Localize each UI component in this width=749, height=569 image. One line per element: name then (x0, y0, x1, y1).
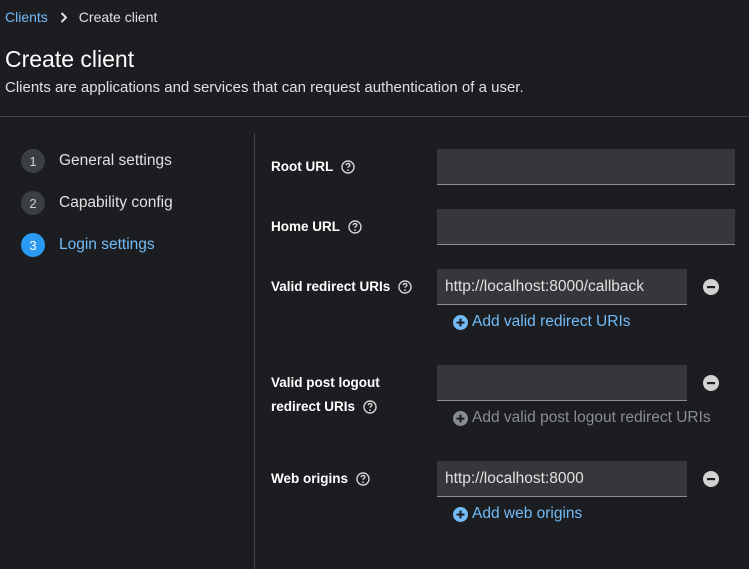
minus-circle-icon (703, 279, 719, 295)
page-description: Clients are applications and services th… (5, 79, 524, 96)
add-valid-redirect-uri-label: Add valid redirect URIs (472, 313, 631, 330)
add-web-origin-label: Add web origins (472, 505, 583, 522)
page-title: Create client (5, 46, 135, 72)
web-origins-label-text: Web origins (271, 471, 349, 486)
wizard-nav: 1 General settings 2 Capability config 3… (21, 149, 173, 275)
help-icon[interactable] (363, 400, 377, 414)
step-number: 1 (21, 149, 45, 173)
help-icon[interactable] (348, 220, 362, 234)
home-url-input[interactable] (437, 209, 735, 245)
add-valid-redirect-uri-button[interactable]: Add valid redirect URIs (453, 313, 631, 331)
plus-circle-icon (453, 410, 468, 426)
help-icon[interactable] (398, 280, 413, 294)
wizard-step-capability-config[interactable]: 2 Capability config (21, 191, 173, 215)
valid-redirect-uris-label: Valid redirect URIs (271, 275, 413, 299)
web-origin-input[interactable] (437, 461, 687, 497)
valid-post-logout-label-text-2: redirect URIs (271, 399, 356, 414)
valid-post-logout-label-text: Valid post logout (271, 375, 380, 390)
minus-circle-icon (703, 471, 719, 487)
valid-redirect-uri-input[interactable] (437, 269, 687, 305)
step-label: Login settings (59, 236, 155, 253)
valid-post-logout-label-line2: redirect URIs (271, 395, 377, 419)
step-number: 2 (21, 191, 45, 215)
breadcrumb-current: Create client (78, 9, 158, 25)
valid-redirect-uris-label-text: Valid redirect URIs (271, 279, 391, 294)
breadcrumb: Clients Create client (5, 9, 157, 25)
root-url-label-text: Root URL (271, 159, 334, 174)
step-label: Capability config (59, 194, 173, 211)
panel-divider (254, 133, 255, 569)
valid-post-logout-uri-input[interactable] (437, 365, 687, 401)
step-label: General settings (59, 152, 172, 169)
breadcrumb-clients-link[interactable]: Clients (5, 9, 48, 25)
remove-web-origin-button[interactable] (702, 470, 720, 488)
chevron-right-icon (60, 11, 68, 23)
header-divider (0, 116, 749, 117)
plus-circle-icon (453, 506, 468, 522)
home-url-label-text: Home URL (271, 219, 341, 234)
web-origins-label: Web origins (271, 467, 370, 491)
wizard-step-login-settings[interactable]: 3 Login settings (21, 233, 173, 257)
valid-post-logout-label-line1: Valid post logout (271, 371, 380, 395)
remove-redirect-uri-button[interactable] (702, 278, 720, 296)
add-web-origin-button[interactable]: Add web origins (453, 505, 582, 523)
step-number: 3 (21, 233, 45, 257)
remove-post-logout-uri-button[interactable] (702, 374, 720, 392)
add-valid-post-logout-uri-button[interactable]: Add valid post logout redirect URIs (453, 409, 711, 427)
add-valid-post-logout-uri-label: Add valid post logout redirect URIs (472, 409, 711, 426)
home-url-label: Home URL (271, 215, 362, 239)
root-url-label: Root URL (271, 155, 355, 179)
help-icon[interactable] (356, 472, 370, 486)
help-icon[interactable] (341, 160, 355, 174)
root-url-input[interactable] (437, 149, 735, 185)
minus-circle-icon (703, 375, 719, 391)
plus-circle-icon (453, 314, 468, 330)
wizard-step-general-settings[interactable]: 1 General settings (21, 149, 173, 173)
